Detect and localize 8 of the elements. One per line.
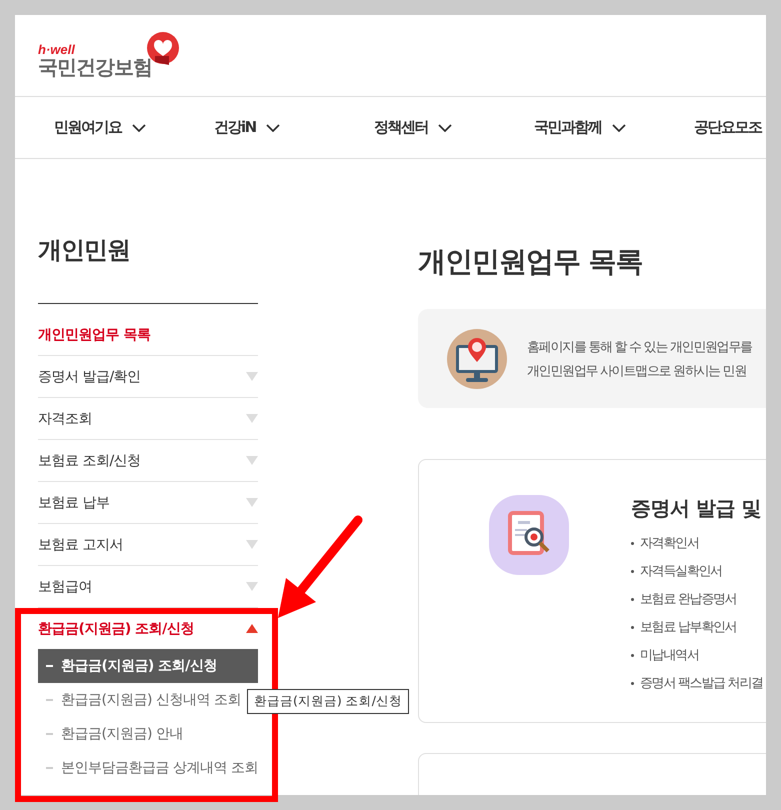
logo-name: 국민건강보험 bbox=[38, 56, 152, 78]
page-title: 개인민원업무 목록 bbox=[418, 244, 644, 280]
intro-text: 홈페이지를 통해 할 수 있는 개인민원업무를 bbox=[527, 338, 752, 356]
sidebar-title: 개인민원 bbox=[38, 235, 131, 266]
logo-tagline: h·well bbox=[38, 43, 76, 56]
tooltip: 환급금(지원금) 조회/신청 bbox=[247, 689, 409, 714]
card-title: 증명서 발급 및 bbox=[631, 495, 762, 521]
intro-text: 개인민원업무 사이트맵으로 원하시는 민원 bbox=[527, 362, 748, 380]
